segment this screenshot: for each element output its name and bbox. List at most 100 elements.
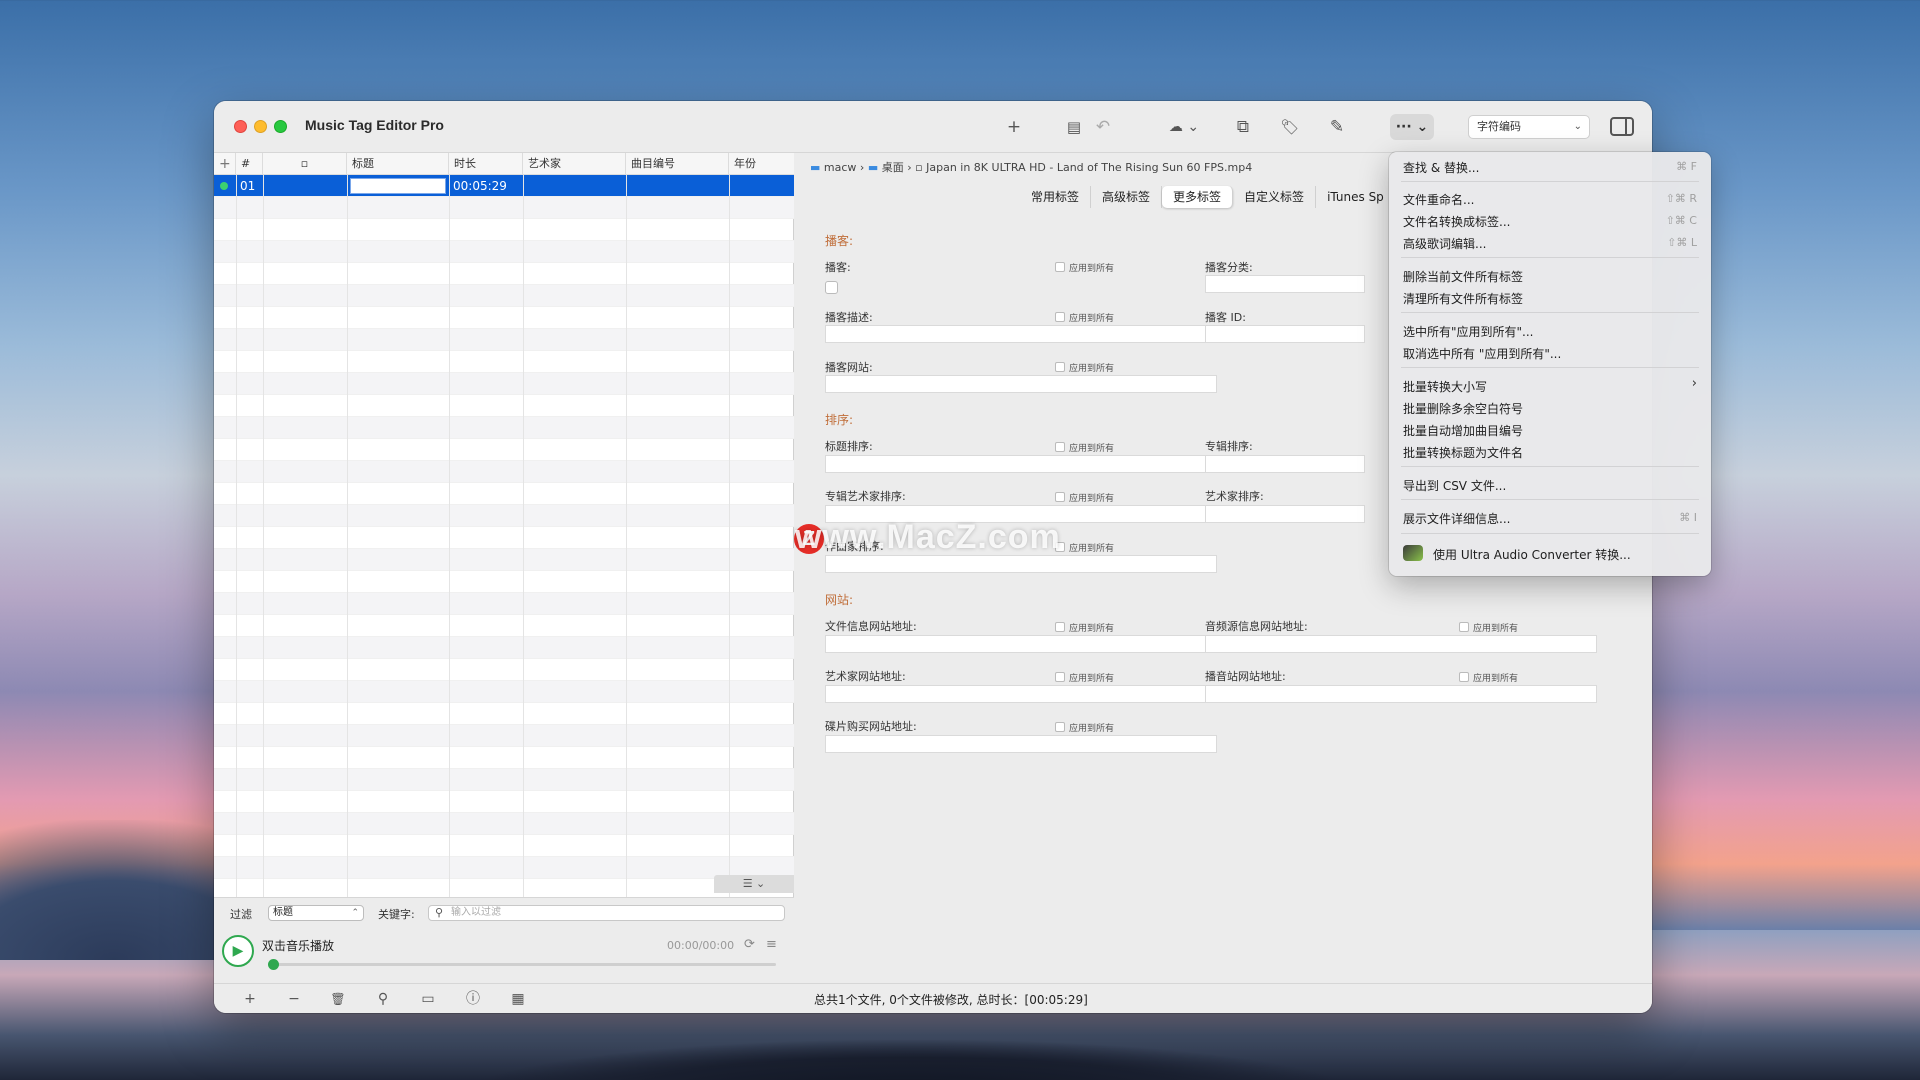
title-edit-field[interactable] bbox=[350, 178, 446, 194]
grid-icon[interactable]: ▦ bbox=[506, 989, 530, 1009]
table-row-empty bbox=[214, 791, 794, 813]
podcast-category-field[interactable] bbox=[1205, 275, 1365, 293]
podcast-url-field[interactable] bbox=[825, 375, 1217, 393]
minimize-window-button[interactable] bbox=[254, 120, 267, 133]
table-row-empty bbox=[214, 197, 794, 219]
column-header-add[interactable]: + bbox=[214, 153, 236, 175]
add-icon[interactable]: + bbox=[238, 989, 262, 1009]
apply-all-checkbox[interactable]: 应用到所有 bbox=[1055, 491, 1114, 504]
tab-common-tags[interactable]: 常用标签 bbox=[1020, 186, 1092, 208]
column-header-title[interactable]: 标题 bbox=[347, 153, 449, 175]
menu-item-deselect-apply-all[interactable]: 取消选中所有 "应用到所有"... bbox=[1403, 345, 1561, 362]
menu-item-filename-to-tag[interactable]: 文件名转换成标签... bbox=[1403, 213, 1510, 230]
apply-all-checkbox[interactable]: 应用到所有 bbox=[1055, 671, 1114, 684]
apply-all-checkbox[interactable]: 应用到所有 bbox=[1055, 361, 1114, 374]
add-file-icon[interactable]: + bbox=[1001, 114, 1027, 140]
apply-all-checkbox[interactable]: 应用到所有 bbox=[1055, 441, 1114, 454]
table-row-empty bbox=[214, 461, 794, 483]
column-header-duration[interactable]: 时长 bbox=[449, 153, 523, 175]
label-podcast-category: 播客分类: bbox=[1205, 261, 1253, 274]
menu-item-delete-current-tags[interactable]: 删除当前文件所有标签 bbox=[1403, 268, 1523, 285]
column-header-number[interactable]: # bbox=[236, 153, 263, 175]
file-info-url-field[interactable] bbox=[825, 635, 1217, 653]
repeat-icon[interactable]: ⟳ bbox=[744, 937, 755, 952]
apply-all-checkbox[interactable]: 应用到所有 bbox=[1459, 671, 1518, 684]
podcast-desc-field[interactable] bbox=[825, 325, 1217, 343]
apply-all-checkbox[interactable]: 应用到所有 bbox=[1055, 721, 1114, 734]
trash-icon[interactable]: 🗑 bbox=[326, 989, 350, 1009]
menu-item-clear-all-tags[interactable]: 清理所有文件所有标签 bbox=[1403, 290, 1523, 307]
apply-all-checkbox[interactable]: 应用到所有 bbox=[1055, 311, 1114, 324]
tab-more-tags[interactable]: 更多标签 bbox=[1162, 186, 1234, 208]
play-button[interactable]: ▶ bbox=[222, 935, 254, 967]
column-header-track[interactable]: 曲目编号 bbox=[626, 153, 729, 175]
label-podcast-url: 播客网站: bbox=[825, 361, 873, 374]
column-header-year[interactable]: 年份 bbox=[729, 153, 794, 175]
menu-item-find-replace[interactable]: 查找 & 替换... bbox=[1403, 159, 1479, 176]
search-icon[interactable]: ⚲ bbox=[371, 989, 395, 1009]
table-row[interactable]: 01 00:05:29 bbox=[214, 175, 794, 197]
table-row-empty bbox=[214, 857, 794, 879]
apply-all-checkbox[interactable]: 应用到所有 bbox=[1055, 621, 1114, 634]
artist-sort-field[interactable] bbox=[1205, 505, 1365, 523]
column-options-button[interactable]: ☰ ⌄ bbox=[714, 875, 794, 893]
composer-sort-field[interactable] bbox=[825, 555, 1217, 573]
podcast-id-field[interactable] bbox=[1205, 325, 1365, 343]
more-menu-button[interactable]: ··· ⌄ bbox=[1390, 114, 1434, 140]
menu-item-batch-case[interactable]: 批量转换大小写 bbox=[1403, 378, 1487, 395]
label-podcast-id: 播客 ID: bbox=[1205, 311, 1246, 324]
tab-custom-tags[interactable]: 自定义标签 bbox=[1233, 186, 1317, 208]
radio-url-field[interactable] bbox=[1205, 685, 1597, 703]
menu-item-file-details[interactable]: 展示文件详细信息... bbox=[1403, 510, 1510, 527]
convert-icon[interactable]: ⧉ bbox=[1230, 114, 1256, 140]
column-divider bbox=[523, 175, 524, 897]
undo-icon[interactable]: ↶ bbox=[1090, 114, 1116, 140]
folder-icon[interactable]: ▭ bbox=[416, 989, 440, 1009]
filter-keyword-input[interactable]: ⚲ 输入以过滤 bbox=[428, 905, 785, 921]
column-header-artwork[interactable]: ▫ bbox=[263, 153, 347, 175]
keyword-label: 关键字: bbox=[378, 908, 415, 921]
menu-item-export-csv[interactable]: 导出到 CSV 文件... bbox=[1403, 477, 1506, 494]
apply-all-checkbox[interactable]: 应用到所有 bbox=[1459, 621, 1518, 634]
zoom-window-button[interactable] bbox=[274, 120, 287, 133]
progress-knob[interactable] bbox=[268, 959, 279, 970]
save-icon[interactable]: ▤ bbox=[1061, 114, 1087, 140]
tag-icon[interactable]: 🏷 bbox=[1277, 114, 1303, 140]
encoding-select[interactable]: 字符编码 ⌄ bbox=[1468, 115, 1590, 139]
breadcrumb-root[interactable]: macw bbox=[824, 161, 857, 174]
audio-source-url-field[interactable] bbox=[1205, 635, 1597, 653]
title-sort-field[interactable] bbox=[825, 455, 1217, 473]
apply-all-checkbox[interactable]: 应用到所有 bbox=[1055, 261, 1114, 274]
chevron-down-icon: ⌄ bbox=[1573, 121, 1582, 132]
menu-item-audio-converter[interactable]: 使用 Ultra Audio Converter 转换... bbox=[1433, 546, 1631, 563]
podcast-checkbox[interactable] bbox=[825, 281, 838, 294]
menu-item-rename[interactable]: 文件重命名... bbox=[1403, 191, 1474, 208]
table-row-empty bbox=[214, 219, 794, 241]
album-sort-field[interactable] bbox=[1205, 455, 1365, 473]
purchase-url-field[interactable] bbox=[825, 735, 1217, 753]
cloud-download-icon[interactable]: ☁ ⌄ bbox=[1164, 114, 1204, 140]
progress-track[interactable] bbox=[268, 963, 776, 966]
menu-item-batch-title-to-filename[interactable]: 批量转换标题为文件名 bbox=[1403, 444, 1523, 461]
column-divider bbox=[729, 175, 730, 897]
close-window-button[interactable] bbox=[234, 120, 247, 133]
breadcrumb-desktop[interactable]: 桌面 bbox=[882, 161, 904, 174]
edit-pencil-icon[interactable]: ✎ bbox=[1324, 114, 1350, 140]
wallpaper-rocks bbox=[460, 1040, 1360, 1080]
sidebar-toggle-icon[interactable] bbox=[1610, 117, 1634, 136]
info-icon[interactable]: ⓘ bbox=[461, 989, 485, 1009]
playlist-icon[interactable]: ≡ bbox=[766, 937, 777, 952]
remove-icon[interactable]: − bbox=[282, 989, 306, 1009]
menu-item-lyrics[interactable]: 高级歌词编辑... bbox=[1403, 235, 1486, 252]
apply-all-checkbox[interactable]: 应用到所有 bbox=[1055, 541, 1114, 554]
tab-itunes[interactable]: iTunes Sp bbox=[1316, 186, 1395, 208]
filter-field-select[interactable]: 标题 ⌃ bbox=[268, 905, 364, 921]
filter-placeholder: 输入以过滤 bbox=[451, 907, 501, 918]
column-header-artist[interactable]: 艺术家 bbox=[523, 153, 626, 175]
tab-advanced-tags[interactable]: 高级标签 bbox=[1091, 186, 1163, 208]
menu-item-select-apply-all[interactable]: 选中所有"应用到所有"... bbox=[1403, 323, 1533, 340]
breadcrumb-file[interactable]: Japan in 8K ULTRA HD - Land of The Risin… bbox=[926, 161, 1252, 174]
menu-item-batch-trim[interactable]: 批量删除多余空白符号 bbox=[1403, 400, 1523, 417]
menu-item-batch-track-number[interactable]: 批量自动增加曲目编号 bbox=[1403, 422, 1523, 439]
artist-url-field[interactable] bbox=[825, 685, 1217, 703]
